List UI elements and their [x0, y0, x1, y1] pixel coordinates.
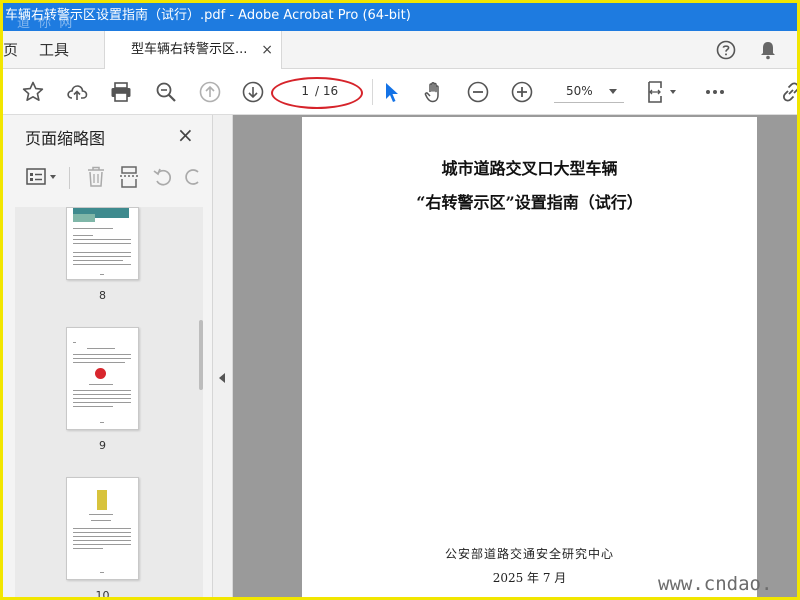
rotate-right-icon[interactable]: [184, 166, 200, 188]
document-organization: 公安部道路交通安全研究中心: [444, 547, 614, 561]
thumbnail-text-line: [73, 256, 131, 257]
thumbnail-page-number: 9: [99, 439, 106, 452]
chevron-down-icon: [609, 89, 617, 94]
thumbnail-text-line: [73, 394, 131, 395]
zoom-out-icon[interactable]: [466, 80, 490, 104]
tab-home[interactable]: 页: [3, 31, 23, 69]
thumbnail-text-line: [73, 235, 93, 236]
trash-icon[interactable]: [85, 165, 107, 189]
toolbar-divider: [372, 79, 373, 105]
zoom-value: 50%: [566, 84, 593, 98]
thumbnail-text-line: [73, 398, 131, 399]
thumbnail-text-line: [73, 358, 131, 359]
document-title-line1: 城市道路交叉口大型车辆: [441, 159, 618, 178]
thumbnail-text-line: [73, 540, 131, 541]
thumbnail-text-line: [73, 243, 131, 244]
thumbnail-page-number: 10: [95, 589, 110, 600]
page-thumbnail-10[interactable]: [66, 477, 139, 580]
page-up-icon[interactable]: [198, 80, 222, 104]
link-icon[interactable]: [779, 80, 800, 104]
thumbnail-text-line: [73, 252, 131, 253]
print-icon[interactable]: [109, 80, 133, 104]
toolbar: 1 / 16 50%: [3, 69, 797, 115]
zoom-in-icon[interactable]: [510, 80, 534, 104]
corner-watermark: 道 你 网: [17, 16, 75, 31]
thumbnail-text-line: [73, 354, 131, 355]
tab-document-label: 型车辆右转警示区...: [131, 42, 248, 57]
thumbnail-text-line: [100, 274, 104, 275]
tab-tools[interactable]: 工具: [33, 31, 75, 69]
bell-icon[interactable]: [759, 40, 777, 60]
document-view[interactable]: 城市道路交叉口大型车辆 “右转警示区”设置指南（试行） 公安部道路交通安全研究中…: [233, 115, 797, 597]
thumbnail-text-line: [89, 384, 113, 385]
thumbnail-scrollbar[interactable]: [199, 320, 203, 390]
close-tab-button[interactable]: ×: [261, 31, 273, 69]
fit-page-icon[interactable]: [645, 80, 681, 104]
page-down-icon[interactable]: [241, 80, 265, 104]
tab-document[interactable]: 型车辆右转警示区... ×: [104, 31, 282, 70]
thumbnail-text-line: [73, 228, 113, 229]
tab-bar: 页 工具 型车辆右转警示区... ×: [3, 31, 797, 70]
chevron-left-icon: [219, 373, 225, 383]
thumbnail-text-line: [73, 544, 131, 545]
title-bar: 车辆右转警示区设置指南（试行）.pdf - Adobe Acrobat Pro …: [3, 3, 797, 31]
thumbnail-text-line: [73, 239, 131, 240]
thumbnail-text-line: [73, 402, 131, 403]
cloud-upload-icon[interactable]: [65, 80, 89, 104]
pdf-page: 城市道路交叉口大型车辆 “右转警示区”设置指南（试行） 公安部道路交通安全研究中…: [302, 117, 757, 597]
thumbnail-text-line: [91, 520, 111, 521]
page-thumbnail-9[interactable]: [66, 327, 139, 430]
thumbnail-text-line: [89, 514, 113, 515]
thumbnail-list: 8 9 10: [15, 207, 203, 600]
thumbnail-text-line: [73, 342, 76, 343]
search-zoom-icon[interactable]: [154, 80, 178, 104]
thumbnail-options-icon[interactable]: [25, 165, 59, 189]
panel-title: 页面缩略图: [25, 129, 106, 148]
site-watermark: www.cndao.: [658, 573, 773, 595]
thumbnail-page-number: 8: [99, 289, 106, 302]
thumbnail-text-line: [73, 528, 131, 529]
annotation-ellipse: [271, 77, 363, 109]
panel-toolbar: [3, 159, 213, 197]
thumbnail-sign-image: [97, 490, 107, 510]
thumbnail-text-line: [100, 422, 104, 423]
document-title-line2: “右转警示区”设置指南（试行）: [416, 193, 643, 212]
thumbnail-sign-image: [95, 368, 106, 379]
rotate-left-icon[interactable]: [152, 166, 174, 188]
select-cursor-icon[interactable]: [379, 80, 403, 104]
thumbnail-text-line: [73, 260, 123, 261]
thumbnail-text-line: [73, 532, 131, 533]
app-window: 车辆右转警示区设置指南（试行）.pdf - Adobe Acrobat Pro …: [0, 0, 800, 600]
thumbnail-text-line: [73, 406, 113, 407]
thumbnail-text-line: [100, 572, 104, 573]
thumbnail-text-line: [87, 348, 115, 349]
more-icon[interactable]: [703, 80, 727, 104]
thumbnail-text-line: [73, 390, 131, 391]
help-icon[interactable]: [716, 40, 736, 60]
hand-icon[interactable]: [422, 80, 446, 104]
panel-divider: [69, 167, 70, 189]
thumbnail-text-line: [73, 536, 131, 537]
thumbnail-text-line: [73, 264, 131, 265]
panel-collapse-handle[interactable]: [213, 115, 233, 597]
star-icon[interactable]: [21, 80, 45, 104]
close-panel-button[interactable]: ×: [177, 123, 194, 147]
page-thumbnail-8[interactable]: [66, 207, 139, 280]
thumbnail-panel: 页面缩略图 × 8 9 10: [3, 115, 213, 600]
zoom-dropdown[interactable]: 50%: [554, 81, 624, 103]
extract-pages-icon[interactable]: [118, 165, 140, 189]
thumbnail-text-line: [73, 548, 103, 549]
thumbnail-image: [73, 214, 95, 222]
thumbnail-text-line: [73, 362, 125, 363]
